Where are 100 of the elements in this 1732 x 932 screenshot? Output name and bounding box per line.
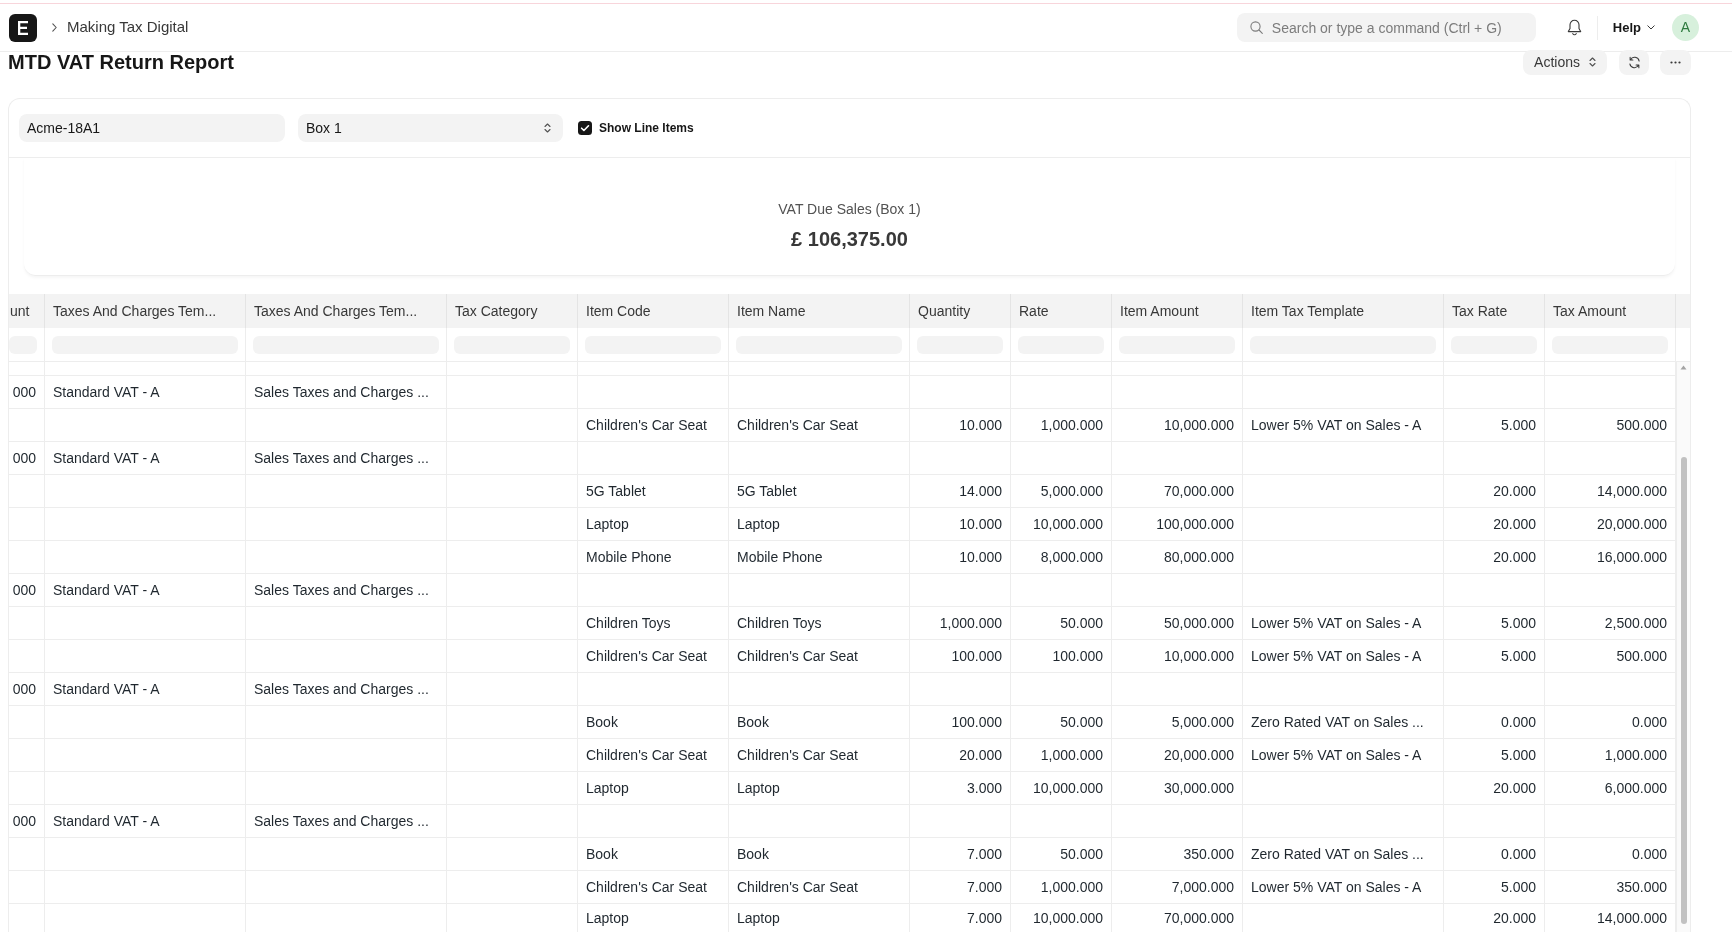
table-cell: Laptop [729, 508, 910, 540]
ellipsis-icon [1670, 60, 1681, 64]
table-cell: Laptop [578, 772, 729, 804]
table-cell: Book [578, 706, 729, 738]
scrollbar-thumb[interactable] [1680, 457, 1687, 924]
table-cell: 50,000.000 [1112, 607, 1243, 639]
table-cell: 70,000.000 [1112, 904, 1243, 932]
table-cell: Children's Car Seat [578, 640, 729, 672]
table-cell: 5.000 [1444, 607, 1545, 639]
company-field[interactable]: Acme-18A1 [19, 114, 285, 142]
table-cell: Lower 5% VAT on Sales - A [1243, 607, 1444, 639]
table-cell: Laptop [578, 508, 729, 540]
table-cell: Children's Car Seat [729, 739, 910, 771]
table-cell: 50.000 [1011, 838, 1112, 870]
column-header: Quantity [910, 294, 1011, 328]
checkbox[interactable] [578, 121, 592, 135]
table-cell: 000 [9, 376, 45, 408]
search-field[interactable]: Search or type a command (Ctrl + G) [1236, 13, 1536, 42]
table-cell: 100.000 [1011, 640, 1112, 672]
table-cell: Lower 5% VAT on Sales - A [1243, 409, 1444, 441]
table-cell: Mobile Phone [578, 541, 729, 573]
actions-button[interactable]: Actions [1523, 49, 1607, 75]
table-cell: Sales Taxes and Charges ... [246, 442, 447, 474]
select-field[interactable]: Box 1 [298, 114, 563, 142]
table-cell: 10,000.000 [1112, 409, 1243, 441]
column-header: unt [9, 294, 45, 328]
column-header: Tax Rate [1444, 294, 1545, 328]
avatar[interactable]: A [1672, 14, 1699, 41]
table-cell: Children's Car Seat [578, 871, 729, 903]
refresh-button[interactable] [1619, 49, 1649, 75]
column-header: Taxes And Charges Tem... [45, 294, 246, 328]
table-cell: 100.000 [910, 640, 1011, 672]
table-cell: 20.000 [1444, 475, 1545, 507]
table-cell: Standard VAT - A [45, 376, 246, 408]
column-header: Item Tax Template [1243, 294, 1444, 328]
table-cell: 7.000 [910, 871, 1011, 903]
table-cell: Standard VAT - A [45, 673, 246, 705]
help-button[interactable]: Help [1612, 17, 1655, 38]
table-cell: Book [729, 706, 910, 738]
table-cell: 20,000.000 [1112, 739, 1243, 771]
table-cell: Laptop [729, 772, 910, 804]
table-cell: Standard VAT - A [45, 805, 246, 837]
table-cell: Children's Car Seat [729, 871, 910, 903]
table-cell: 10.000 [910, 508, 1011, 540]
table-cell: 1,000.000 [910, 607, 1011, 639]
table-cell: Book [578, 838, 729, 870]
table-cell: 20.000 [1444, 904, 1545, 932]
table-cell: 30,000.000 [1112, 772, 1243, 804]
table-cell: 8,000.000 [1011, 541, 1112, 573]
table-cell: Standard VAT - A [45, 574, 246, 606]
table-cell: 100.000 [910, 706, 1011, 738]
table-cell: Standard VAT - A [45, 442, 246, 474]
table-cell: Laptop [578, 904, 729, 932]
table-cell: 000 [9, 673, 45, 705]
table-cell: 10,000.000 [1011, 904, 1112, 932]
table-cell: 5G Tablet [729, 475, 910, 507]
column-header: Rate [1011, 294, 1112, 328]
column-header: Tax Amount [1545, 294, 1676, 328]
table-cell: Children's Car Seat [578, 409, 729, 441]
bell-icon[interactable] [1566, 19, 1582, 36]
table-cell: 000 [9, 574, 45, 606]
chevron-down-icon [1647, 25, 1655, 30]
table-cell: Children's Car Seat [729, 640, 910, 672]
table-cell: Lower 5% VAT on Sales - A [1243, 739, 1444, 771]
table-cell: 5.000 [1444, 640, 1545, 672]
table-cell: Children's Car Seat [729, 409, 910, 441]
table-cell: 10,000.000 [1112, 640, 1243, 672]
table-cell: Zero Rated VAT on Sales ... [1243, 706, 1444, 738]
table-cell: 10,000.000 [1011, 508, 1112, 540]
table-cell: 50.000 [1011, 607, 1112, 639]
refresh-icon [1627, 55, 1641, 69]
table-cell: 100,000.000 [1112, 508, 1243, 540]
table-cell: 5.000 [1444, 871, 1545, 903]
table-cell: 5.000 [1444, 739, 1545, 771]
table-cell: Laptop [729, 904, 910, 932]
table-cell: 0.000 [1444, 706, 1545, 738]
table-cell: 5,000.000 [1112, 706, 1243, 738]
table-cell: 10,000.000 [1011, 772, 1112, 804]
logo-icon[interactable] [9, 13, 37, 42]
breadcrumb-link[interactable]: Making Tax Digital [67, 16, 189, 39]
page-title: MTD VAT Return Report [8, 50, 234, 74]
table-cell: 0.000 [1444, 838, 1545, 870]
table-cell: 5,000.000 [1011, 475, 1112, 507]
table-cell: 1,000.000 [1011, 409, 1112, 441]
table-cell: Children Toys [578, 607, 729, 639]
table-cell: 1,000.000 [1011, 871, 1112, 903]
column-header: Item Amount [1112, 294, 1243, 328]
chevron-right-icon [52, 23, 57, 32]
table-cell: 14.000 [910, 475, 1011, 507]
table-cell: 7.000 [910, 904, 1011, 932]
summary-label: VAT Due Sales (Box 1) [778, 200, 921, 218]
table-cell: 000 [9, 442, 45, 474]
more-button[interactable] [1660, 49, 1691, 75]
table-cell: 20.000 [1444, 772, 1545, 804]
table-cell: Zero Rated VAT on Sales ... [1243, 838, 1444, 870]
table-cell: 350.000 [1112, 838, 1243, 870]
table-cell: Children Toys [729, 607, 910, 639]
table-cell: 50.000 [1011, 706, 1112, 738]
scroll-up-arrow-icon[interactable] [1680, 365, 1687, 370]
table-cell: Sales Taxes and Charges ... [246, 673, 447, 705]
